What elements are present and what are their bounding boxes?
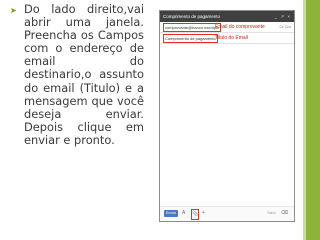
arrow-bullet-icon: ➤ — [10, 6, 17, 15]
expand-icon[interactable]: ↗ — [280, 14, 285, 19]
plus-icon[interactable]: + — [202, 210, 205, 217]
trash-icon[interactable]: ⌫ — [281, 210, 288, 217]
send-button[interactable]: Enviar — [164, 210, 178, 217]
compose-header: Comprimento de pagamento _ ↗ × — [160, 11, 294, 22]
slide: ➤ Do lado direito,vai abrir uma janela. … — [0, 0, 320, 240]
cc-bcc-link[interactable]: Cc Cco — [280, 22, 291, 32]
close-icon[interactable]: × — [287, 14, 291, 19]
subject-annotation: Titulo do Email — [215, 35, 248, 41]
compose-title: Comprimento de pagamento — [163, 14, 221, 19]
to-field-row[interactable]: comprovante@banco.exemplo Email do compr… — [160, 22, 294, 33]
minimize-icon[interactable]: _ — [275, 14, 279, 19]
compose-toolbar: Enviar A 📎 + Salvo ⌫ — [160, 206, 294, 221]
email-compose-screenshot: Comprimento de pagamento _ ↗ × comprovan… — [159, 10, 295, 222]
format-text-icon[interactable]: A — [182, 210, 185, 217]
window-controls: _ ↗ × — [275, 11, 291, 22]
to-annotation: Email do comprovante — [215, 24, 265, 30]
bullet-text: Do lado direito,vai abrir uma janela. Pr… — [24, 2, 144, 147]
subject-field-row[interactable]: Comprimento de pagamento Titulo do Email — [160, 33, 294, 44]
slide-accent-bar — [306, 0, 320, 240]
paperclip-icon[interactable]: 📎 — [191, 209, 199, 220]
save-status: Salvo — [267, 211, 276, 215]
subject-field[interactable]: Comprimento de pagamento — [163, 34, 218, 43]
to-field[interactable]: comprovante@banco.exemplo — [163, 23, 222, 32]
